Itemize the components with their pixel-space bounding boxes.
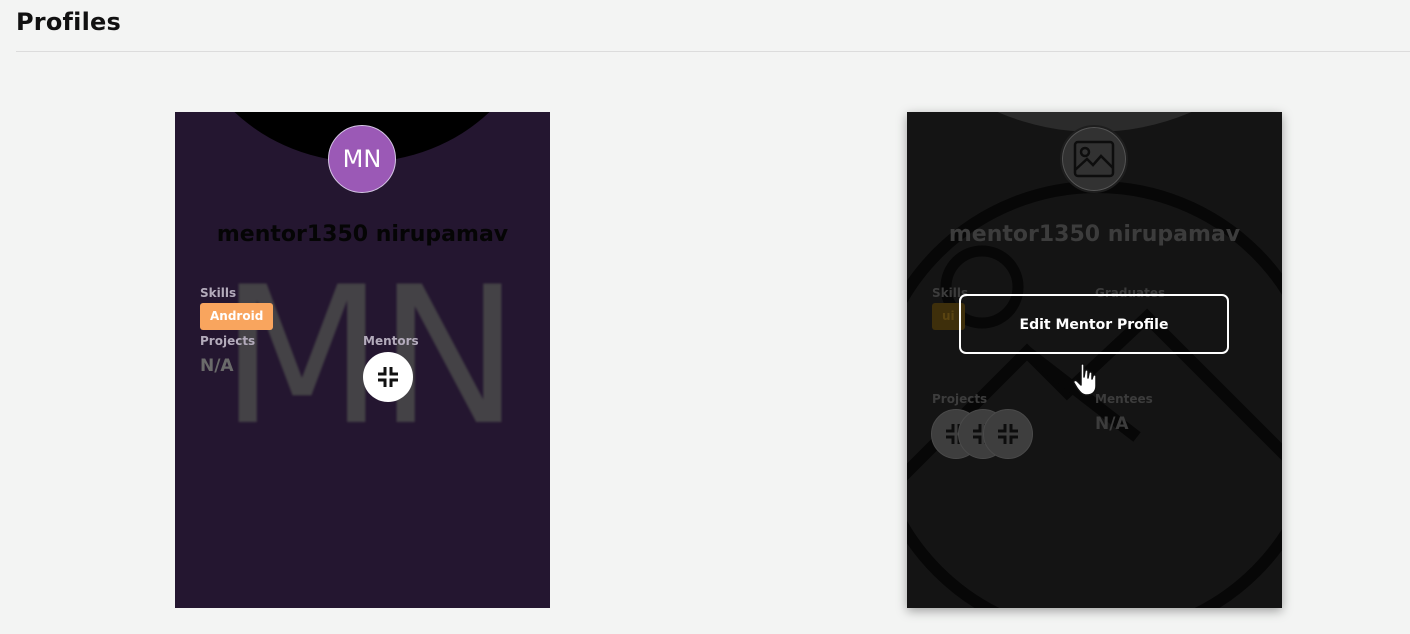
avatar: MN	[328, 125, 396, 193]
mentees-value: N/A	[1095, 414, 1129, 434]
avatar	[1060, 125, 1128, 193]
mentees-label: Mentees	[1095, 392, 1153, 406]
mentor-avatar-button[interactable]	[363, 352, 413, 402]
collapse-arrows-icon	[998, 424, 1018, 444]
skill-chip: Android	[200, 303, 274, 330]
hand-cursor-icon	[1073, 363, 1097, 396]
avatar-initials: MN	[342, 145, 382, 173]
header-divider	[16, 51, 1410, 52]
background-initials: MN	[220, 246, 520, 467]
projects-label: Projects	[932, 392, 988, 406]
mentors-label: Mentors	[363, 334, 419, 348]
projects-label: Projects	[200, 334, 256, 348]
profile-card[interactable]: MN MN mentor1350 nirupamav Skills Androi…	[175, 112, 550, 608]
page-title: Profiles	[16, 8, 121, 36]
profile-name: mentor1350 nirupamav	[948, 222, 1241, 247]
edit-mentor-profile-button[interactable]: Edit Mentor Profile	[959, 294, 1229, 354]
skills-label: Skills	[200, 286, 237, 300]
image-placeholder-icon	[1073, 140, 1115, 178]
profile-name: mentor1350 nirupamav	[216, 222, 509, 247]
projects-value: N/A	[200, 356, 234, 376]
profile-card-hovered[interactable]: mentor1350 nirupamav Skills ui Graduates…	[907, 112, 1282, 608]
project-avatar[interactable]	[983, 409, 1033, 459]
collapse-arrows-icon	[378, 367, 398, 387]
